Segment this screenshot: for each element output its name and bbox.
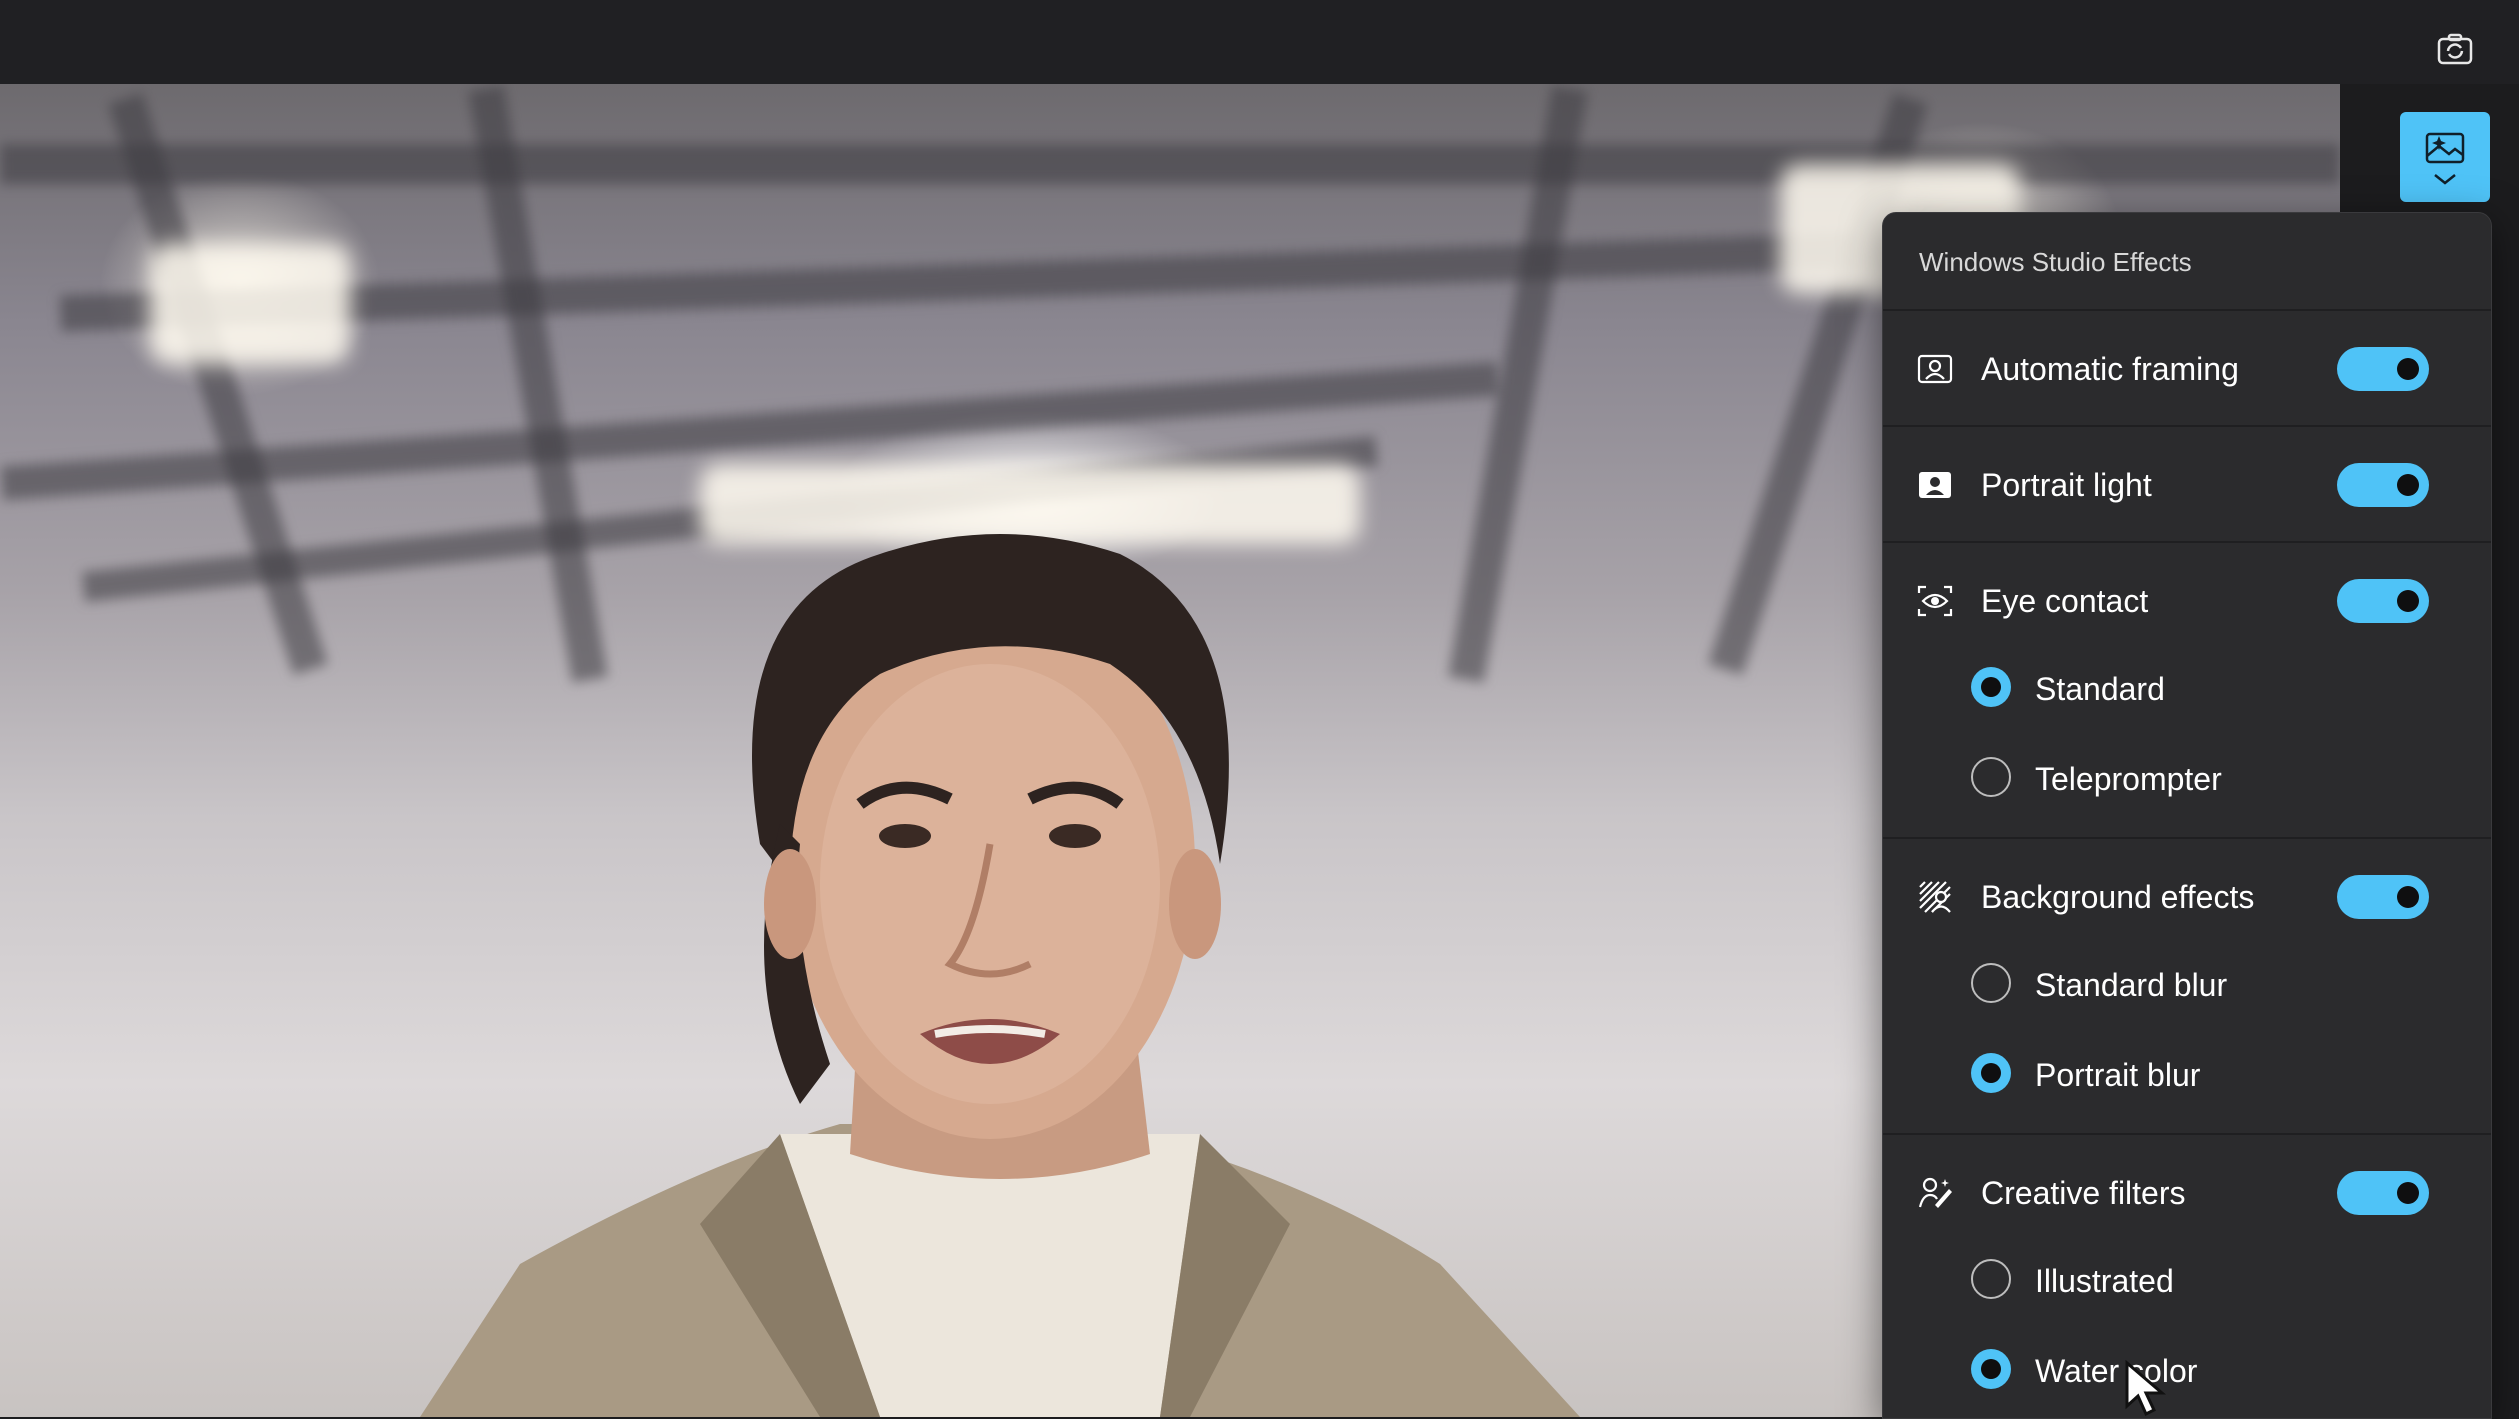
divider <box>1883 309 2491 311</box>
option-label: Illustrated <box>2035 1263 2174 1299</box>
creative-filters-icon <box>1918 1177 1952 1208</box>
option-illustrated[interactable]: Illustrated <box>1883 1245 2491 1315</box>
portrait-light-toggle[interactable] <box>2337 463 2429 507</box>
divider <box>1883 837 2491 839</box>
option-label: Portrait blur <box>2035 1057 2201 1093</box>
radio-button[interactable] <box>1971 1259 2011 1299</box>
radio-button[interactable] <box>1971 667 2011 707</box>
radio-button[interactable] <box>1971 1349 2011 1389</box>
background-effects-icon <box>1919 881 1951 913</box>
option-portrait-blur[interactable]: Portrait blur <box>1883 1039 2491 1109</box>
divider <box>1883 425 2491 427</box>
creative-filters-toggle[interactable] <box>2337 1171 2429 1215</box>
option-water-color[interactable]: Water color <box>1883 1335 2491 1405</box>
effect-label: Automatic framing <box>1981 351 2239 387</box>
effect-automatic-framing: Automatic framing <box>1883 329 2491 409</box>
effect-eye-contact: Eye contact <box>1883 561 2491 641</box>
studio-effects-panel: Windows Studio Effects Automatic framing… <box>1882 212 2492 1419</box>
option-standard[interactable]: Standard <box>1883 653 2491 723</box>
effect-label: Background effects <box>1981 879 2255 915</box>
option-teleprompter[interactable]: Teleprompter <box>1883 743 2491 813</box>
option-label: Standard <box>2035 671 2165 707</box>
effect-label: Creative filters <box>1981 1175 2186 1211</box>
camera-switch-icon <box>2437 33 2473 65</box>
top-bar <box>0 0 2519 84</box>
radio-button[interactable] <box>1971 963 2011 1003</box>
option-label: Standard blur <box>2035 967 2228 1003</box>
panel-title: Windows Studio Effects <box>1919 247 2192 277</box>
chevron-down-icon <box>2434 174 2456 185</box>
option-label: Water color <box>2035 1353 2198 1389</box>
divider <box>1883 1133 2491 1135</box>
effect-portrait-light: Portrait light <box>1883 445 2491 525</box>
framing-icon <box>1917 354 1953 384</box>
option-standard-blur[interactable]: Standard blur <box>1883 949 2491 1019</box>
background-effects-toggle[interactable] <box>2337 875 2429 919</box>
studio-effects-icon <box>2425 132 2465 164</box>
effect-label: Portrait light <box>1981 467 2152 503</box>
divider <box>1883 541 2491 543</box>
effect-creative-filters: Creative filters <box>1883 1153 2491 1233</box>
automatic-framing-toggle[interactable] <box>2337 347 2429 391</box>
option-label: Teleprompter <box>2035 761 2222 797</box>
effect-background-effects: Background effects <box>1883 857 2491 937</box>
studio-effects-button[interactable] <box>2400 112 2490 202</box>
portrait-light-icon <box>1919 472 1951 498</box>
eye-contact-icon <box>1917 585 1953 617</box>
radio-button[interactable] <box>1971 757 2011 797</box>
camera-switch-button[interactable] <box>2431 26 2479 74</box>
eye-contact-toggle[interactable] <box>2337 579 2429 623</box>
effect-label: Eye contact <box>1981 583 2149 619</box>
radio-button[interactable] <box>1971 1053 2011 1093</box>
mouse-cursor-icon <box>2125 1360 2167 1417</box>
